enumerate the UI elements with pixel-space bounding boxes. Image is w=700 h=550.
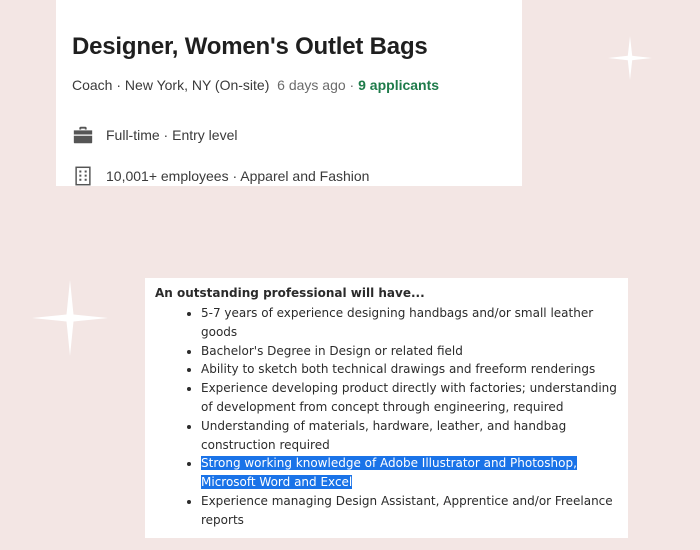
selected-text[interactable]: Strong working knowledge of Adobe Illust… bbox=[201, 456, 577, 490]
posted-date: 6 days ago bbox=[277, 77, 346, 93]
requirements-list: 5-7 years of experience designing handba… bbox=[155, 304, 618, 530]
job-title[interactable]: Designer, Women's Outlet Bags bbox=[72, 32, 506, 62]
briefcase-icon bbox=[73, 126, 93, 144]
list-item: Understanding of materials, hardware, le… bbox=[201, 417, 618, 455]
company-size-industry: 10,001+ employees · Apparel and Fashion bbox=[106, 168, 370, 184]
sparkle-icon bbox=[608, 36, 652, 80]
job-requirements-card: An outstanding professional will have...… bbox=[145, 278, 628, 538]
job-location: New York, NY (On-site) bbox=[124, 77, 270, 93]
job-header-card: Designer, Women's Outlet Bags Coach · Ne… bbox=[56, 0, 522, 186]
employment-type-row: Full-time · Entry level bbox=[72, 124, 506, 146]
building-icon bbox=[75, 166, 91, 186]
job-meta: Coach · New York, NY (On-site) 6 days ag… bbox=[72, 77, 440, 93]
list-item: Ability to sketch both technical drawing… bbox=[201, 360, 618, 379]
applicant-count: 9 applicants bbox=[358, 77, 440, 93]
company-info-row: 10,001+ employees · Apparel and Fashion bbox=[72, 165, 506, 187]
list-item: Experience managing Design Assistant, Ap… bbox=[201, 492, 618, 530]
list-item-highlighted[interactable]: Strong working knowledge of Adobe Illust… bbox=[201, 454, 618, 492]
requirements-heading: An outstanding professional will have... bbox=[155, 286, 425, 300]
employment-type: Full-time · Entry level bbox=[106, 127, 238, 143]
company-link[interactable]: Coach bbox=[72, 77, 112, 93]
list-item: Experience developing product directly w… bbox=[201, 379, 618, 417]
list-item: 5-7 years of experience designing handba… bbox=[201, 304, 618, 342]
sparkle-icon bbox=[32, 280, 108, 356]
list-item: Bachelor's Degree in Design or related f… bbox=[201, 342, 618, 361]
